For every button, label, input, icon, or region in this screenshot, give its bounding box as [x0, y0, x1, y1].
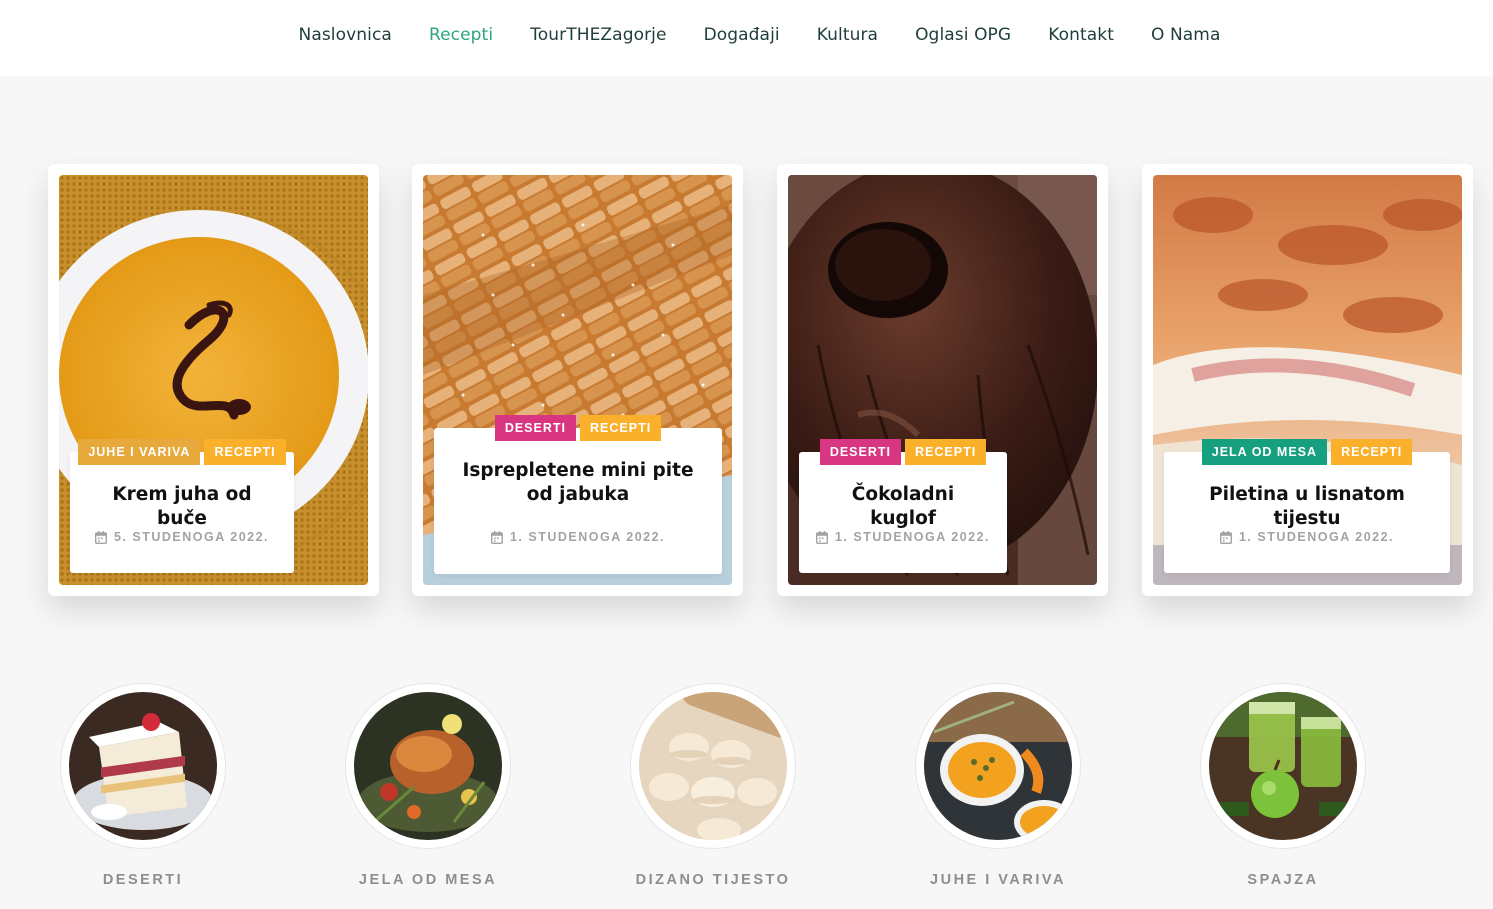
- date-text: 1. STUDENOGA 2022.: [1238, 530, 1395, 544]
- recipe-card[interactable]: DESERTI RECEPTI Isprepletene mini pite o…: [412, 164, 743, 596]
- tag-list: JUHE I VARIVA RECEPTI: [70, 439, 294, 465]
- nav-item-kontakt[interactable]: Kontakt: [1048, 25, 1114, 45]
- main-menu: Naslovnica Recepti TourTHEZagorje Događa…: [0, 0, 1493, 70]
- date-text: 1. STUDENOGA 2022.: [509, 530, 666, 544]
- category-deserti[interactable]: DESERTI: [58, 683, 228, 888]
- nav-item-naslovnica[interactable]: Naslovnica: [299, 25, 392, 45]
- category-image-soup[interactable]: [915, 683, 1081, 849]
- category-label[interactable]: JELA OD MESA: [343, 872, 513, 888]
- nav-item-oglasi-opg[interactable]: Oglasi OPG: [915, 25, 1011, 45]
- category-spajza[interactable]: SPAJZA: [1198, 683, 1368, 888]
- category-label[interactable]: DESERTI: [58, 872, 228, 888]
- tag-recepti[interactable]: RECEPTI: [580, 415, 662, 441]
- tag-list: DESERTI RECEPTI: [434, 415, 722, 441]
- recipe-date: 5. STUDENOGA 2022.: [70, 530, 294, 544]
- recipe-card[interactable]: JELA OD MESA RECEPTI Piletina u lisnatom…: [1142, 164, 1473, 596]
- date-text: 1. STUDENOGA 2022.: [834, 530, 991, 544]
- category-label[interactable]: JUHE I VARIVA: [913, 872, 1083, 888]
- date-text: 5. STUDENOGA 2022.: [113, 530, 270, 544]
- tag-deserti[interactable]: DESERTI: [819, 439, 901, 465]
- category-image-green-jars[interactable]: [1200, 683, 1366, 849]
- recipe-date: 1. STUDENOGA 2022.: [434, 530, 722, 544]
- recipe-caption: DESERTI RECEPTI Isprepletene mini pite o…: [434, 415, 722, 574]
- recipe-title[interactable]: Piletina u lisnatom tijestu: [1164, 483, 1450, 531]
- tag-juhe-i-variva[interactable]: JUHE I VARIVA: [78, 439, 201, 465]
- nav-item-kultura[interactable]: Kultura: [817, 25, 878, 45]
- recipe-card[interactable]: JUHE I VARIVA RECEPTI Krem juha od buče …: [48, 164, 379, 596]
- tag-jela-od-mesa[interactable]: JELA OD MESA: [1201, 439, 1328, 465]
- category-dizano-tijesto[interactable]: DIZANO TIJESTO: [628, 683, 798, 888]
- tag-recepti[interactable]: RECEPTI: [204, 439, 286, 465]
- recipe-title[interactable]: Isprepletene mini pite od jabuka: [434, 459, 722, 507]
- top-navigation: Naslovnica Recepti TourTHEZagorje Događa…: [0, 0, 1493, 76]
- tag-list: JELA OD MESA RECEPTI: [1164, 439, 1450, 465]
- recipe-caption: DESERTI RECEPTI Čokoladni kuglof 1. STUD…: [799, 439, 1007, 573]
- tag-recepti[interactable]: RECEPTI: [905, 439, 987, 465]
- category-label[interactable]: DIZANO TIJESTO: [628, 872, 798, 888]
- recipe-date: 1. STUDENOGA 2022.: [1164, 530, 1450, 544]
- calendar-icon: [94, 530, 107, 544]
- category-image-roast-chicken[interactable]: [345, 683, 511, 849]
- calendar-icon: [815, 530, 828, 544]
- nav-item-o-nama[interactable]: O Nama: [1151, 25, 1221, 45]
- calendar-icon: [1219, 530, 1232, 544]
- recipe-card[interactable]: DESERTI RECEPTI Čokoladni kuglof 1. STUD…: [777, 164, 1108, 596]
- category-label[interactable]: SPAJZA: [1198, 872, 1368, 888]
- tag-deserti[interactable]: DESERTI: [494, 415, 576, 441]
- category-image-cake[interactable]: [60, 683, 226, 849]
- recipe-caption: JELA OD MESA RECEPTI Piletina u lisnatom…: [1164, 439, 1450, 573]
- recipe-title[interactable]: Krem juha od buče: [70, 483, 294, 531]
- recipe-date: 1. STUDENOGA 2022.: [799, 530, 1007, 544]
- calendar-icon: [490, 530, 503, 544]
- nav-item-dogadaji[interactable]: Događaji: [704, 25, 780, 45]
- category-image-dough-balls[interactable]: [630, 683, 796, 849]
- category-jela-od-mesa[interactable]: JELA OD MESA: [343, 683, 513, 888]
- category-juhe-i-variva[interactable]: JUHE I VARIVA: [913, 683, 1083, 888]
- tag-recepti[interactable]: RECEPTI: [1331, 439, 1413, 465]
- nav-item-recepti[interactable]: Recepti: [429, 25, 493, 45]
- tag-list: DESERTI RECEPTI: [799, 439, 1007, 465]
- recipe-caption: JUHE I VARIVA RECEPTI Krem juha od buče …: [70, 439, 294, 573]
- nav-item-tourthezagorje[interactable]: TourTHEZagorje: [530, 25, 666, 45]
- recipe-title[interactable]: Čokoladni kuglof: [799, 483, 1007, 531]
